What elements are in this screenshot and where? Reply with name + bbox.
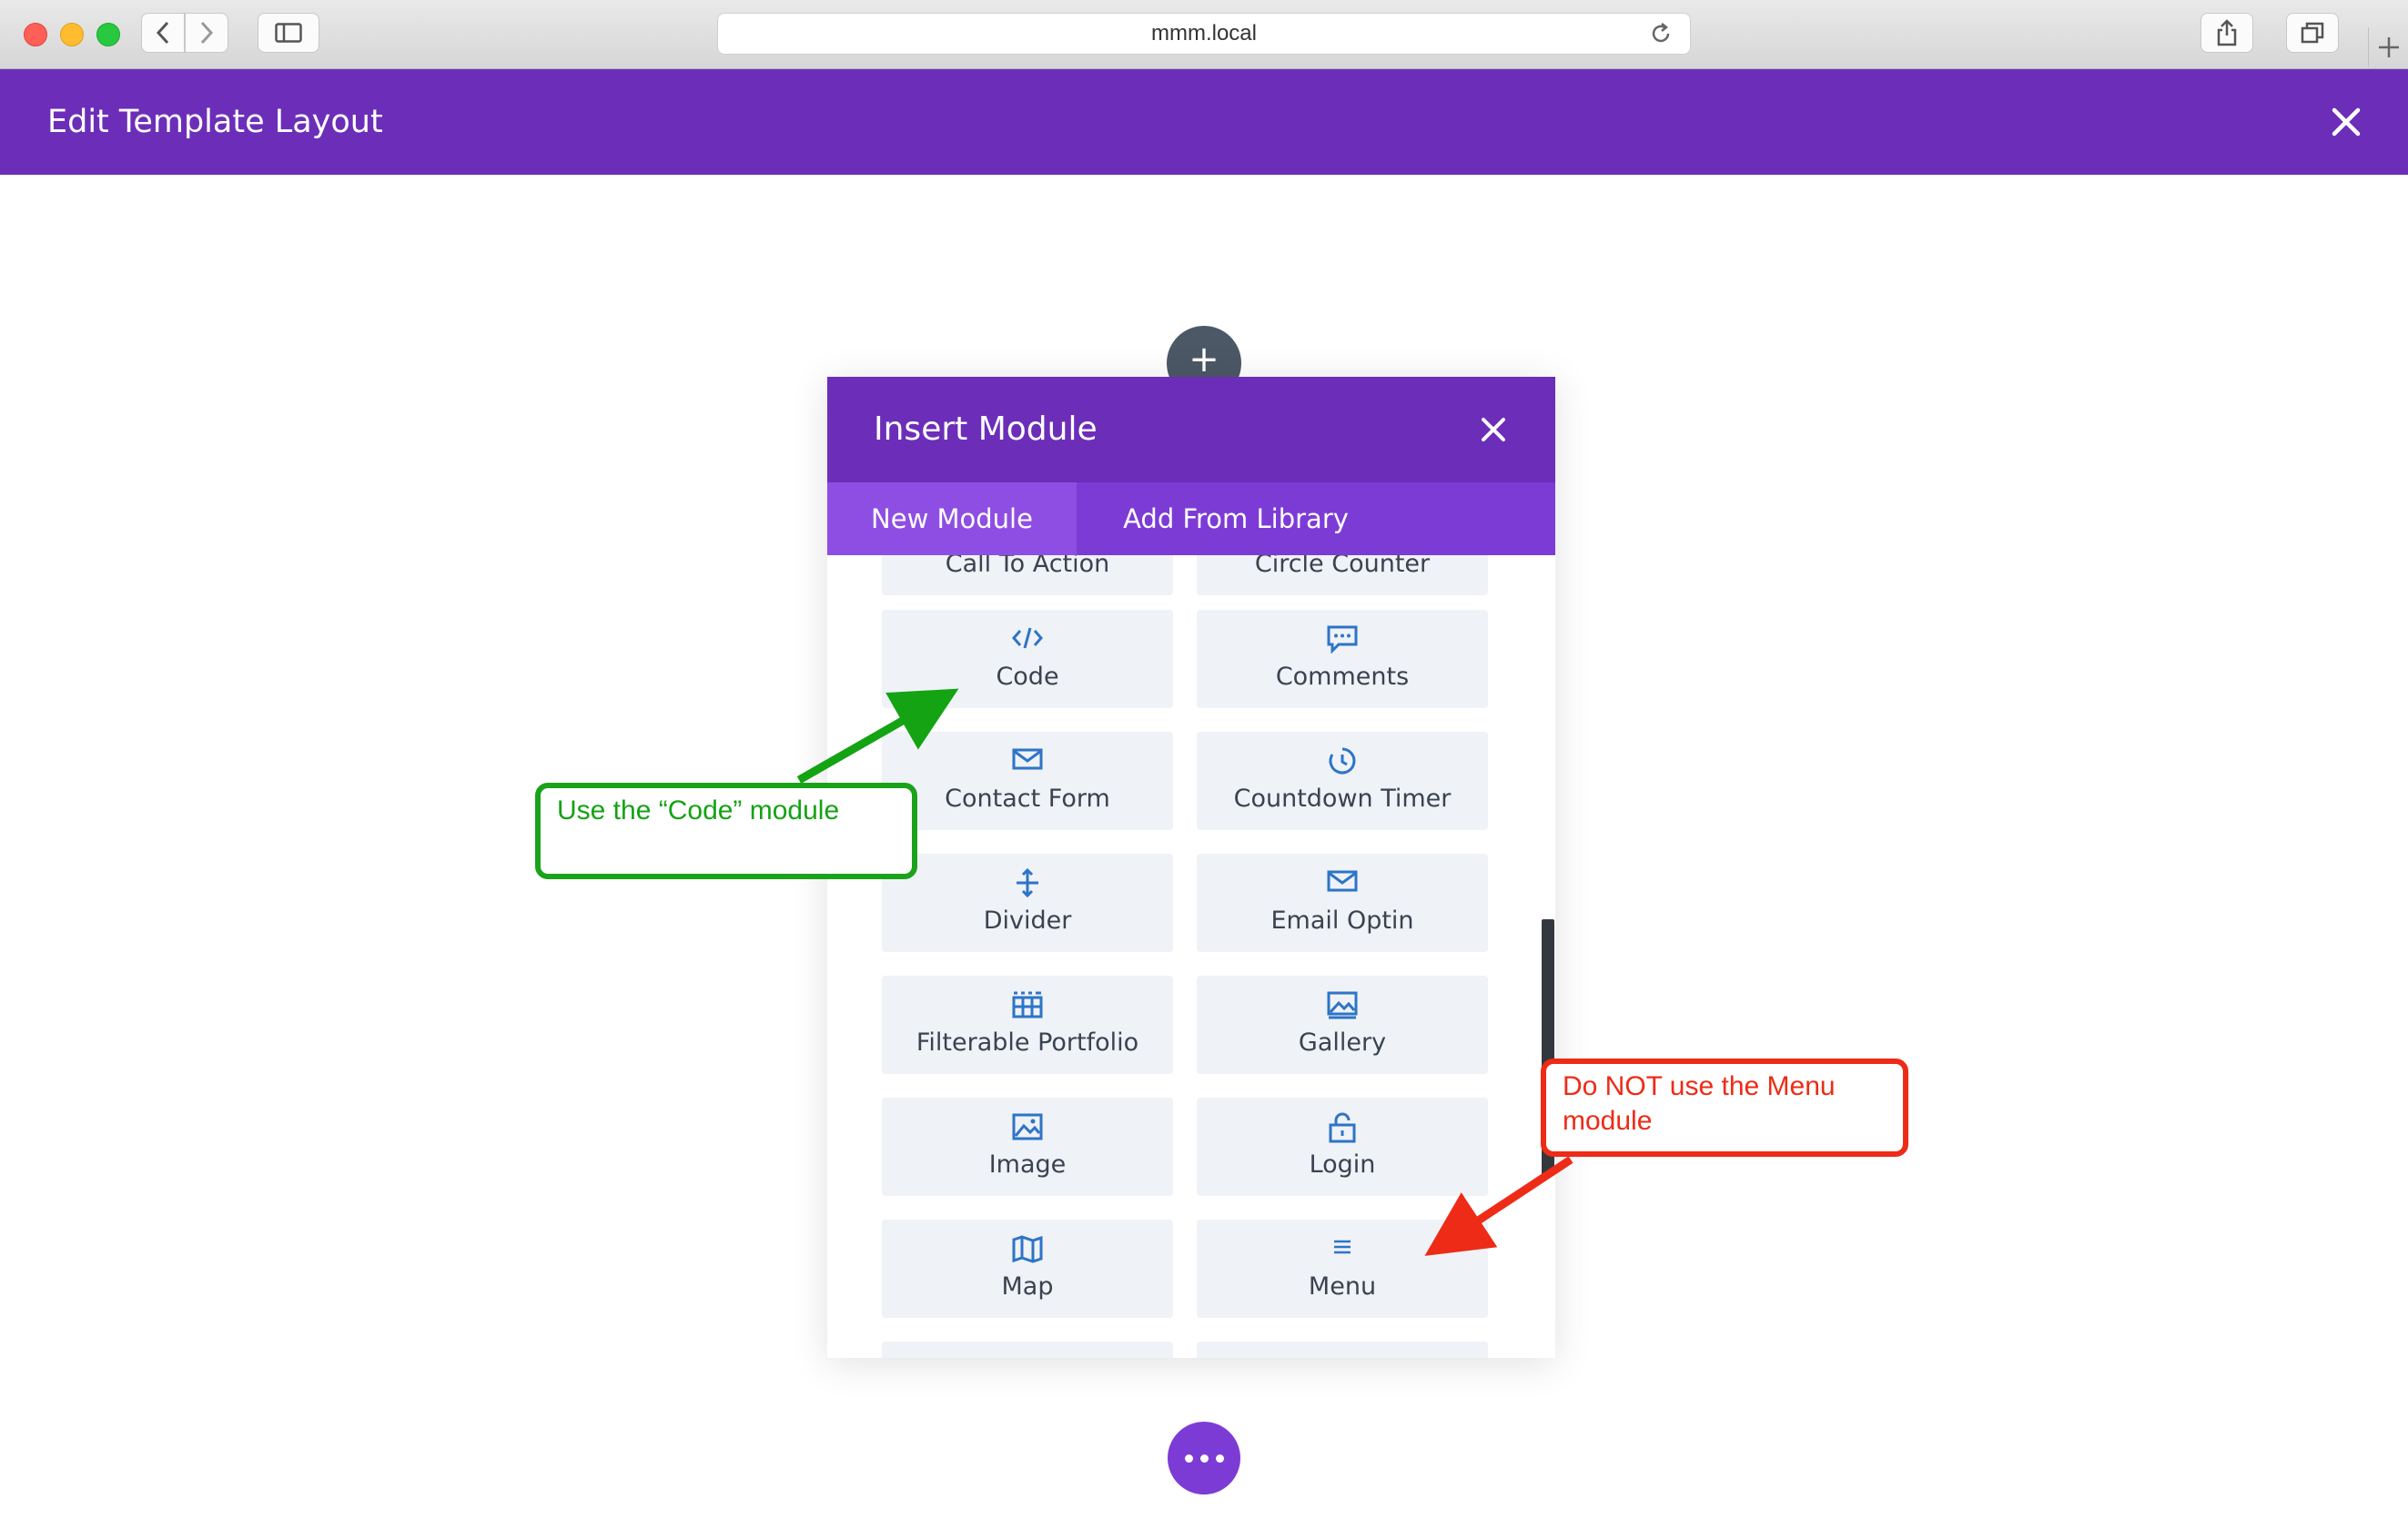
- plus-icon: [2379, 37, 2399, 57]
- module-menu[interactable]: Menu: [1197, 1220, 1488, 1318]
- ellipsis-icon: [1181, 1454, 1228, 1463]
- lock-icon: [1197, 1112, 1488, 1149]
- module-map[interactable]: Map: [882, 1220, 1173, 1318]
- module-call-to-action[interactable]: Call To Action: [882, 555, 1173, 595]
- module-label: Call To Action: [945, 555, 1110, 578]
- map-icon: [882, 1234, 1173, 1271]
- dialog-close-button[interactable]: [1477, 413, 1510, 446]
- module-circle-counter[interactable]: Circle Counter: [1197, 555, 1488, 595]
- module-label: Email Optin: [1270, 907, 1414, 935]
- reload-icon[interactable]: [1648, 21, 1674, 46]
- window-minimize-button[interactable]: [60, 23, 84, 46]
- module-label: Code: [996, 663, 1059, 691]
- menu-icon: [1197, 1234, 1488, 1271]
- grid-icon: [882, 990, 1173, 1027]
- template-header: Edit Template Layout: [0, 69, 2408, 175]
- browser-toolbar: mmm.local: [0, 0, 2408, 69]
- share-icon: [2217, 19, 2237, 46]
- module-image[interactable]: Image: [882, 1098, 1173, 1196]
- timer-icon: [1197, 746, 1488, 783]
- module-label: Divider: [983, 907, 1072, 935]
- new-tab-button[interactable]: [2368, 27, 2408, 67]
- red-annotation-note: Do NOT use the Menu module: [1541, 1059, 1908, 1157]
- envelope-icon: [882, 746, 1173, 783]
- dialog-title: Insert Module: [874, 410, 1098, 448]
- more-options-button[interactable]: [1168, 1422, 1240, 1494]
- share-button[interactable]: [2201, 13, 2253, 53]
- back-button[interactable]: [141, 13, 185, 53]
- comments-icon: [1197, 624, 1488, 661]
- green-note-text: Use the “Code” module: [557, 795, 840, 826]
- gallery-icon: [1197, 990, 1488, 1027]
- module-label: Map: [1001, 1272, 1054, 1301]
- url-text: mmm.local: [1150, 21, 1257, 46]
- plus-icon: +: [1189, 339, 1219, 380]
- dialog-tabs: New Module Add From Library: [827, 482, 1555, 555]
- module-next[interactable]: [1197, 1342, 1488, 1358]
- tabs-icon: [2301, 22, 2324, 44]
- module-label: Image: [988, 1150, 1067, 1179]
- divider-icon: [882, 868, 1173, 905]
- dialog-header: Insert Module: [827, 377, 1555, 482]
- module-filterable-portfolio[interactable]: Filterable Portfolio: [882, 976, 1173, 1074]
- module-label: Gallery: [1298, 1028, 1387, 1057]
- red-note-text: Do NOT use the Menu module: [1563, 1071, 1836, 1136]
- page-title: Edit Template Layout: [47, 104, 383, 140]
- module-login[interactable]: Login: [1197, 1098, 1488, 1196]
- module-label: Contact Form: [945, 785, 1110, 813]
- window-maximize-button[interactable]: [96, 23, 120, 46]
- sidebar-icon: [275, 23, 302, 43]
- module-label: Login: [1309, 1150, 1376, 1179]
- module-label: Countdown Timer: [1233, 785, 1452, 813]
- tab-overview-button[interactable]: [2286, 13, 2339, 53]
- close-icon: [1482, 418, 1505, 441]
- insert-module-dialog: Insert Module New Module Add From Librar…: [827, 377, 1555, 1358]
- chevron-right-icon: [200, 21, 214, 45]
- module-label: Circle Counter: [1254, 555, 1431, 578]
- window-close-button[interactable]: [24, 23, 47, 46]
- close-layout-button[interactable]: [2326, 102, 2366, 142]
- module-contact-form[interactable]: Contact Form: [882, 732, 1173, 830]
- tab-new-module[interactable]: New Module: [827, 482, 1077, 555]
- close-icon: [2332, 107, 2361, 137]
- code-icon: [882, 624, 1173, 661]
- module-gallery[interactable]: Gallery: [1197, 976, 1488, 1074]
- module-code[interactable]: Code: [882, 610, 1173, 708]
- module-label: Filterable Portfolio: [916, 1028, 1139, 1057]
- image-icon: [882, 1112, 1173, 1149]
- forward-button[interactable]: [185, 13, 228, 53]
- green-annotation-note: Use the “Code” module: [535, 783, 917, 879]
- module-label: Comments: [1275, 663, 1410, 691]
- module-grid: Call To Action Circle Counter Code Comme…: [827, 555, 1555, 1358]
- module-divider[interactable]: Divider: [882, 854, 1173, 952]
- chevron-left-icon: [156, 21, 169, 45]
- envelope-icon: [1197, 868, 1488, 905]
- module-label: Menu: [1308, 1272, 1377, 1301]
- sidebar-toggle-button[interactable]: [258, 13, 319, 53]
- module-next[interactable]: [882, 1342, 1173, 1358]
- address-bar[interactable]: mmm.local: [717, 13, 1691, 55]
- tab-add-from-library[interactable]: Add From Library: [1077, 482, 1395, 555]
- module-countdown-timer[interactable]: Countdown Timer: [1197, 732, 1488, 830]
- module-comments[interactable]: Comments: [1197, 610, 1488, 708]
- module-email-optin[interactable]: Email Optin: [1197, 854, 1488, 952]
